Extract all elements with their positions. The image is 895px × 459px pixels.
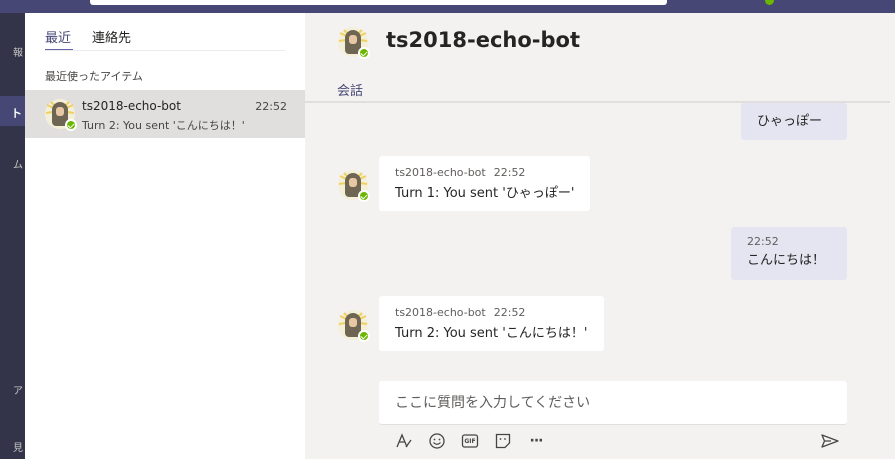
rail-item-apps[interactable]: ア <box>0 386 25 398</box>
chat-list-tabs: 最近 連絡先 <box>45 27 131 51</box>
message-time: 22:52 <box>493 306 526 319</box>
format-icon-graphic <box>396 433 412 448</box>
send-icon-graphic <box>821 434 839 448</box>
format-icon[interactable] <box>395 432 413 450</box>
message-sender: ts2018-echo-bot <box>395 166 486 179</box>
divider <box>45 50 285 51</box>
emoji-icon[interactable] <box>428 432 446 450</box>
message-meta: ts2018-echo-bot 22:52 <box>395 166 574 179</box>
bot-avatar <box>338 170 370 202</box>
message-time: 22:52 <box>747 235 779 248</box>
app-rail: 報 ト ム ア 見 <box>0 13 25 459</box>
rail-item-activity[interactable]: 報 <box>0 48 25 60</box>
chat-name: ts2018-echo-bot <box>82 99 181 113</box>
compose-toolbar: GIF ··· <box>395 431 545 451</box>
my-message: 22:52 こんにちは！ <box>731 227 847 280</box>
bot-message: ts2018-echo-bot 22:52 Turn 2: You sent 'こ… <box>379 296 604 351</box>
message-text: Turn 1: You sent 'ひゃっぽー' <box>395 186 575 201</box>
presence-available-icon <box>358 47 370 59</box>
message-text: ひゃっぽー <box>757 114 823 129</box>
presence-available-icon <box>65 119 77 131</box>
top-bar <box>0 0 895 13</box>
presence-available-icon <box>358 330 370 342</box>
presence-indicator <box>765 0 774 5</box>
presence-available-icon <box>358 190 370 202</box>
conversation-panel: ts2018-echo-bot 会話 ひゃっぽー ts2018-echo-bot… <box>305 13 895 459</box>
page-title: ts2018-echo-bot <box>386 28 580 52</box>
rail-item-chat-label: ト <box>11 107 22 120</box>
tab-conversation[interactable]: 会話 <box>337 80 366 103</box>
message-text: こんにちは！ <box>747 253 826 268</box>
more-icon[interactable]: ··· <box>527 432 545 450</box>
chat-list-item[interactable]: ts2018-echo-bot 22:52 Turn 2: You sent '… <box>25 90 305 138</box>
message-input[interactable] <box>379 381 847 424</box>
message-text: Turn 2: You sent 'こんにちは！' <box>395 326 588 341</box>
tab-recent[interactable]: 最近 <box>45 27 74 51</box>
chat-list-panel: 最近 連絡先 最近使ったアイテム ts2018-echo-bot 22:52 T… <box>25 13 305 459</box>
bot-message: ts2018-echo-bot 22:52 Turn 1: You sent 'ひ… <box>379 156 590 211</box>
bot-avatar <box>338 310 370 342</box>
my-message: ひゃっぽー <box>741 103 847 140</box>
sticker-icon[interactable] <box>494 432 512 450</box>
sticker-icon-graphic <box>495 433 511 449</box>
message-time: 22:52 <box>493 166 526 179</box>
gif-icon[interactable]: GIF <box>461 432 479 450</box>
message-sender: ts2018-echo-bot <box>395 306 486 319</box>
chat-time: 22:52 <box>255 100 287 113</box>
rail-item-help[interactable]: 見 <box>0 443 25 455</box>
emoji-icon-graphic <box>429 433 445 449</box>
tab-contacts[interactable]: 連絡先 <box>92 27 131 51</box>
compose-box <box>379 381 847 425</box>
section-title: 最近使ったアイテム <box>45 70 143 83</box>
chat-preview: Turn 2: You sent 'こんにちは！' <box>82 119 245 132</box>
more-label: ··· <box>529 433 544 449</box>
bot-avatar <box>45 99 77 131</box>
search-box[interactable] <box>90 0 667 5</box>
gif-label: GIF <box>464 437 476 445</box>
send-icon[interactable] <box>820 431 840 451</box>
header-bot-avatar <box>338 27 370 59</box>
message-meta: ts2018-echo-bot 22:52 <box>395 306 588 319</box>
rail-item-chat[interactable]: ト <box>0 96 25 126</box>
rail-item-teams[interactable]: ム <box>0 160 25 172</box>
